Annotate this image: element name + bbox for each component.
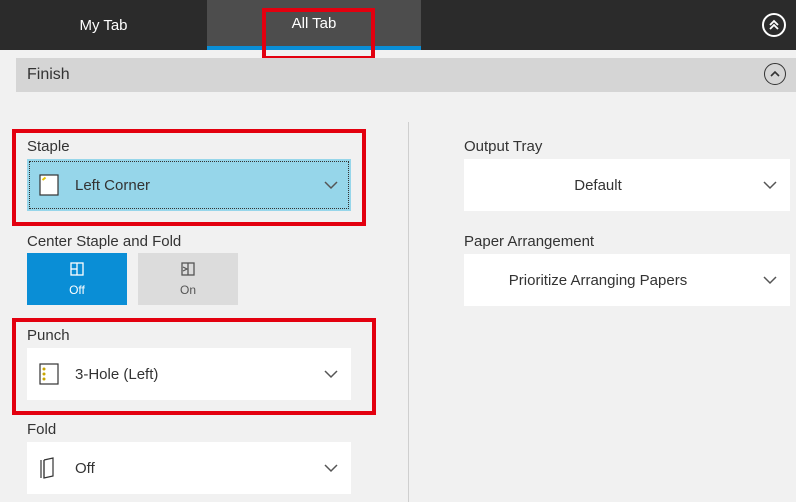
tab-my-tab[interactable]: My Tab (0, 0, 207, 50)
chevron-down-icon (763, 276, 777, 285)
punch-highlight-box (12, 318, 376, 415)
tab-bar: My Tab All Tab (0, 0, 796, 50)
center-staple-fold-icon (181, 262, 195, 276)
fold-label: Fold (27, 421, 57, 438)
fold-dropdown[interactable]: Off (27, 442, 351, 494)
paper-arrangement-dropdown[interactable]: Prioritize Arranging Papers (464, 254, 790, 306)
output-tray-dropdown[interactable]: Default (464, 159, 790, 211)
center-staple-off-button[interactable]: Off (27, 253, 127, 305)
all-tab-highlight-box (262, 8, 375, 60)
fold-icon (37, 456, 61, 480)
staple-highlight-box (12, 129, 366, 226)
center-staple-on-label: On (179, 283, 196, 297)
chevron-down-icon (324, 464, 338, 473)
center-staple-off-label: Off (69, 283, 85, 297)
center-staple-label: Center Staple and Fold (27, 233, 182, 250)
chevron-down-icon (763, 181, 777, 190)
section-title: Finish (27, 66, 70, 83)
output-tray-value: Default (574, 176, 622, 194)
section-header-finish: Finish (16, 58, 796, 92)
section-collapse-button[interactable] (764, 63, 786, 85)
paper-arrangement-value: Prioritize Arranging Papers (508, 271, 688, 289)
chevron-up-icon (770, 70, 780, 77)
output-tray-label: Output Tray (464, 138, 543, 155)
fold-value: Off (75, 459, 95, 477)
paper-arrangement-label: Paper Arrangement (464, 233, 595, 250)
tab-my-tab-label: My Tab (79, 16, 128, 34)
collapse-all-icon[interactable] (762, 13, 786, 37)
column-divider (408, 122, 409, 502)
center-staple-on-button[interactable]: On (138, 253, 238, 305)
double-chevron-up-icon (769, 19, 779, 30)
center-staple-off-icon (70, 262, 84, 276)
